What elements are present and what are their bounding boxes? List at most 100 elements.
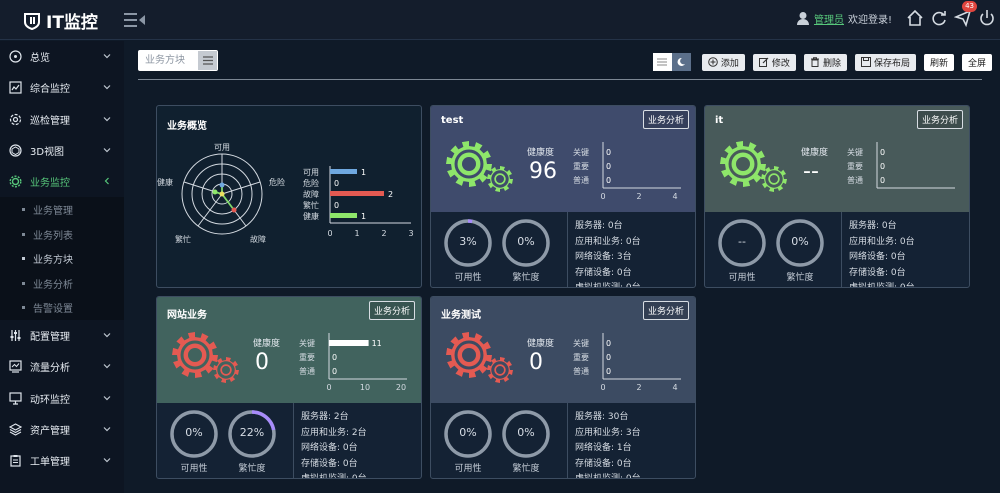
chevron-down-icon [103,147,111,153]
device-stat-line: 虚拟机监测: 0台 [849,283,915,288]
business-analysis-button[interactable]: 业务分析 [642,301,689,320]
availability-label: 可用性 [454,273,482,283]
device-stat-line: 存储设备: 0台 [575,267,632,278]
overview-bar-value: 0 [334,179,339,188]
sidebar-item-label: 动环监控 [30,394,70,406]
refresh-button[interactable]: 刷新 [923,53,954,71]
sidebar-item-inspection[interactable]: 巡检管理 [0,104,124,135]
business-analysis-button[interactable]: 业务分析 [368,301,415,320]
overview-bar-label: 故障 [303,189,319,199]
device-stat-line: 虚拟机监测: 0台 [301,474,367,479]
card-title: 业务测试 [441,310,481,321]
severity-label: 重要 [299,352,315,362]
overview-charts: 可用 危险 故障 繁忙 健康 可用 1 危险 0 故障 2 繁忙 0 健康 1 0 1 2 3 [157,143,414,244]
chevron-down-icon [103,458,111,463]
sub-item-business-management[interactable]: 业务管理 [0,197,124,222]
save-layout-button[interactable]: 保存布局 [854,53,916,71]
refresh-icon[interactable] [930,9,948,27]
availability-value: 3% [459,235,477,248]
theme-switch[interactable] [652,53,691,71]
sub-item-business-list[interactable]: 业务列表 [0,222,124,247]
severity-label: 关键 [573,338,589,348]
monitor-chart-icon [9,81,22,95]
device-stat-line: 应用和业务: 2台 [301,427,367,438]
delete-button-label: 删除 [822,58,841,69]
sidebar-item-integrated-monitor[interactable]: 综合监控 [0,72,124,103]
moon-icon[interactable] [671,53,691,71]
radar-label-busy: 繁忙 [175,234,191,244]
sidebar-item-3d-view[interactable]: 3D视图 [0,135,124,166]
severity-value: 0 [332,367,337,376]
menu-collapse-icon[interactable] [124,11,146,29]
health-label: 健康度 [253,339,281,349]
gear-icon [172,332,239,383]
availability-gauge: 0% [169,409,219,459]
card-header: it 业务分析 健康度 -- 关键 0 重要 0 普通 0 [705,106,969,212]
list-icon[interactable] [198,51,217,70]
health-value: 96 [529,159,557,184]
mini-tick-label: 0 [326,383,331,392]
clipboard-icon [10,455,21,467]
traffic-chart-icon [9,360,22,374]
notification-badge: 43 [962,1,977,12]
severity-label: 普通 [573,175,589,185]
sidebar-item-environment-monitor[interactable]: 动环监控 [0,383,124,414]
card-divider [567,403,568,478]
severity-value: 0 [880,176,885,185]
severity-label: 关键 [847,147,863,157]
sidebar-item-config[interactable]: 配置管理 [0,320,124,351]
overview-bar [330,191,384,196]
sidebar-item-traffic-analysis[interactable]: 流量分析 [0,351,124,382]
device-stats: 服务器: 0台 应用和业务: 0台 网络设备: 3台 存储设备: 0台 虚拟机监测: 0… [575,219,641,287]
radar-point-healthy [212,189,218,195]
card-header: 业务测试 业务分析 健康度 0 关键 0 重要 0 普通 0 0 2 4 [431,297,695,403]
admin-link[interactable]: 管理员 [814,11,844,26]
severity-value: 0 [606,353,611,362]
severity-value: 0 [332,353,337,362]
business-overview-card: 业务概览 可用 危险 故障 繁忙 健康 可用 1 危险 0 故障 2 繁忙 0 … [156,105,422,288]
device-stat-line: 虚拟机监测: 0台 [575,474,641,479]
severity-label: 普通 [299,366,315,376]
availability-value: 0% [185,426,203,439]
sub-item-business-blocks[interactable]: 业务方块 [0,246,124,271]
notification-icon[interactable]: 43 [953,1,977,28]
home-icon[interactable] [906,9,924,27]
severity-label: 普通 [573,366,589,376]
card-header: 网站业务 业务分析 健康度 0 关键 11 重要 0 普通 0 0 10 20 [157,297,421,403]
view-selector[interactable]: 业务方块 [138,50,218,71]
save-layout-label: 保存布局 [873,58,910,69]
availability-gauge: 3% [443,218,493,268]
overview-bar-label: 危险 [303,178,319,188]
theme-light-icon[interactable] [652,53,672,71]
overview-bar-value: 2 [388,190,393,199]
severity-bar-chart: 关键 0重要 0普通 00 2 4 [573,142,681,201]
sidebar-item-label: 配置管理 [30,332,70,344]
fullscreen-button[interactable]: 全屏 [961,53,992,71]
delete-button[interactable]: 删除 [803,53,847,71]
busyness-value: 0% [517,235,535,248]
sidebar-item-label: 巡检管理 [30,115,70,127]
shield-logo-icon [24,12,40,30]
environment-icon [9,392,22,405]
business-analysis-button[interactable]: 业务分析 [642,110,689,129]
edit-button[interactable]: 修改 [752,53,796,71]
sidebar-item-label: 业务监控 [30,178,70,190]
mini-tick-label: 20 [396,383,406,392]
business-analysis-button[interactable]: 业务分析 [916,110,963,129]
device-stat-line: 网络设备: 0台 [301,443,358,453]
sub-item-alert-settings[interactable]: 告警设置 [0,295,124,320]
device-stat-line: 应用和业务: 0台 [575,236,641,247]
sidebar-item-asset-management[interactable]: 资产管理 [0,414,124,445]
sidebar-item-work-orders[interactable]: 工单管理 [0,445,124,476]
sidebar-item-business-monitor[interactable]: 业务监控 [0,166,124,197]
power-icon[interactable] [978,9,996,27]
health-value: 0 [255,350,269,375]
sidebar-item-overview[interactable]: 总览 [0,41,124,72]
radar-label-available: 可用 [214,143,230,152]
sub-item-business-analysis[interactable]: 业务分析 [0,271,124,296]
inspection-icon [9,113,22,125]
overview-bar-label: 健康 [303,211,319,221]
logo: IT监控 [22,8,98,33]
toolbar-divider [138,79,982,80]
add-button[interactable]: 添加 [701,53,745,71]
